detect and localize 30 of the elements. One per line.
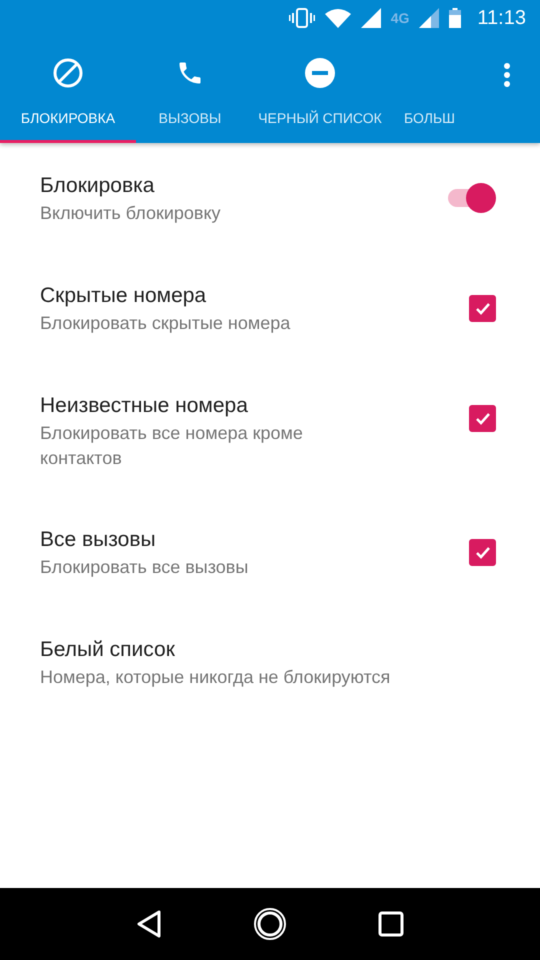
setting-title: Все вызовы — [40, 527, 157, 553]
checkbox[interactable] — [469, 539, 496, 566]
block-icon — [52, 57, 84, 89]
tab[interactable]: ЧЕРНЫЙ СПИСОК — [244, 36, 396, 143]
setting-subtitle: Номера, которые никогда не блокируются — [40, 666, 392, 689]
battery-icon — [449, 8, 462, 28]
setting-title: Блокировка — [40, 173, 156, 199]
more-icon[interactable] — [503, 62, 511, 88]
wifi-icon — [324, 8, 351, 28]
signal-icon — [419, 8, 440, 28]
setting-subtitle: Блокировать все вызовы — [40, 556, 250, 579]
network-type: 4G — [390, 10, 410, 26]
setting-subtitle: Включить блокировку — [40, 202, 222, 225]
tab[interactable]: ВЫЗОВЫ — [136, 36, 244, 143]
minus-circle-icon — [304, 57, 336, 89]
setting-title: Белый список — [40, 637, 176, 663]
setting-title: Неизвестные номера — [40, 393, 249, 419]
checkbox[interactable] — [469, 295, 496, 322]
setting-subtitle: Блокировать скрытые номера — [40, 312, 292, 335]
checkbox[interactable] — [469, 405, 496, 432]
signal-icon — [360, 8, 381, 28]
clock: 11:13 — [477, 6, 526, 30]
setting-title: Скрытые номера — [40, 283, 208, 309]
tab[interactable]: БОЛЬШ — [396, 36, 472, 143]
vibrate-icon — [288, 8, 315, 28]
tab[interactable]: БЛОКИРОВКА — [0, 36, 136, 143]
setting-subtitle: Блокировать все номера кроме контактов — [40, 422, 304, 470]
back-icon[interactable] — [136, 909, 162, 939]
recents-icon[interactable] — [378, 911, 404, 937]
home-icon[interactable] — [252, 907, 287, 941]
